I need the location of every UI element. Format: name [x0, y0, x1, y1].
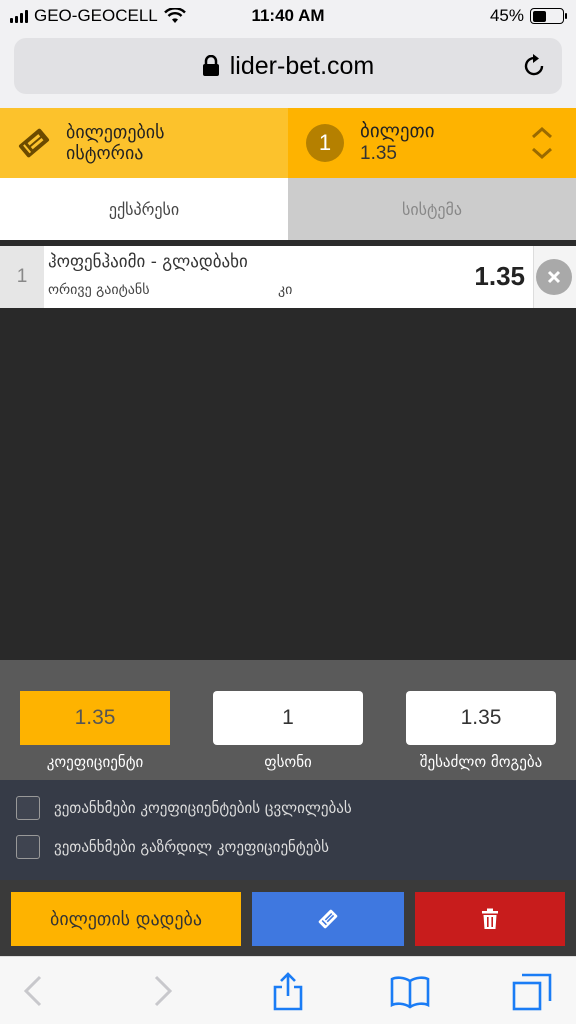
- stake-panel: 1.35 კოეფიციენტი 1 ფსონი 1.35 შესაძლო მო…: [0, 660, 576, 780]
- possible-win-field: 1.35: [406, 691, 556, 745]
- agree-odds-change-checkbox[interactable]: [16, 796, 40, 820]
- ticket-info: ბილეთი 1.35: [360, 120, 435, 166]
- agree-odds-change-label: ვეთანხმები კოეფიციენტების ცვლილებას: [54, 799, 352, 817]
- clear-ticket-button[interactable]: [415, 892, 565, 946]
- remove-bet-button[interactable]: [536, 259, 572, 295]
- betslip-empty-area: [0, 308, 576, 660]
- betslip-header: ბილეთების ისტორია 1 ბილეთი 1.35: [0, 108, 576, 178]
- browser-toolbar: [0, 956, 576, 1024]
- url-text: lider-bet.com: [229, 51, 375, 80]
- bet-item: 1 ჰოფენჰაიმი - გლადბახი ორივე გაიტანს კი…: [0, 246, 576, 308]
- bet-odds: 1.35: [474, 261, 525, 291]
- battery-icon: [530, 8, 567, 24]
- back-icon[interactable]: [14, 971, 54, 1011]
- total-odds-field: 1.35: [20, 691, 170, 745]
- ticket-history-button[interactable]: ბილეთების ისტორია: [0, 108, 288, 178]
- agree-increased-odds-checkbox[interactable]: [16, 835, 40, 859]
- action-bar: ბილეთის დადება: [0, 880, 576, 956]
- ticket-icon: [18, 128, 50, 158]
- agree-odds-change-row[interactable]: ვეთანხმები კოეფიციენტების ცვლილებას: [16, 796, 352, 820]
- trash-icon: [482, 908, 498, 929]
- stake-input[interactable]: 1: [213, 691, 363, 745]
- place-bet-button[interactable]: ბილეთის დადება: [11, 892, 241, 946]
- ticket-history-label: ბილეთების ისტორია: [66, 122, 165, 164]
- tab-express[interactable]: ექსპრესი: [0, 178, 288, 240]
- tab-system[interactable]: სისტემა: [288, 178, 576, 240]
- status-right: 45%: [489, 6, 567, 26]
- total-odds-label: კოეფიციენტი: [46, 753, 144, 771]
- expand-chevrons-icon[interactable]: [530, 124, 554, 162]
- ticket-count-badge: 1: [306, 124, 344, 162]
- bookmarks-icon[interactable]: [390, 971, 430, 1011]
- tabs-icon[interactable]: [512, 971, 552, 1011]
- close-icon: [547, 270, 561, 284]
- agree-increased-odds-row[interactable]: ვეთანხმები გაზრდილ კოეფიციენტებს: [16, 835, 329, 859]
- address-bar[interactable]: lider-bet.com: [14, 38, 562, 94]
- bet-market: ორივე გაიტანს: [48, 282, 150, 298]
- current-ticket-button[interactable]: 1 ბილეთი 1.35: [288, 108, 576, 178]
- status-bar: GEO-GEOCELL 11:40 AM 45%: [0, 0, 576, 34]
- agreement-panel: ვეთანხმები კოეფიციენტების ცვლილებას ვეთა…: [0, 780, 576, 880]
- possible-win-label: შესაძლო მოგება: [419, 753, 543, 771]
- forward-icon[interactable]: [142, 971, 182, 1011]
- save-ticket-button[interactable]: [252, 892, 404, 946]
- ticket-total-odds: 1.35: [360, 143, 397, 164]
- bet-selection: კი: [278, 282, 293, 298]
- stake-label: ფსონი: [264, 753, 312, 771]
- bet-match-name: ჰოფენჰაიმი - გლადბახი: [48, 252, 248, 272]
- battery-percent: 45%: [489, 6, 524, 25]
- bet-details: ჰოფენჰაიმი - გლადბახი ორივე გაიტანს კი 1…: [44, 246, 534, 308]
- bet-mode-tabs: ექსპრესი სისტემა: [0, 178, 576, 240]
- battery-fill: [532, 10, 546, 22]
- browser-address-area: lider-bet.com: [0, 34, 576, 108]
- bet-index: 1: [0, 246, 44, 308]
- agree-increased-odds-label: ვეთანხმები გაზრდილ კოეფიციენტებს: [54, 838, 329, 856]
- ticket-title: ბილეთი: [360, 120, 435, 142]
- lock-icon: [202, 55, 219, 76]
- share-icon[interactable]: [268, 971, 308, 1011]
- ticket-icon: [318, 909, 338, 929]
- reload-icon[interactable]: [520, 52, 548, 80]
